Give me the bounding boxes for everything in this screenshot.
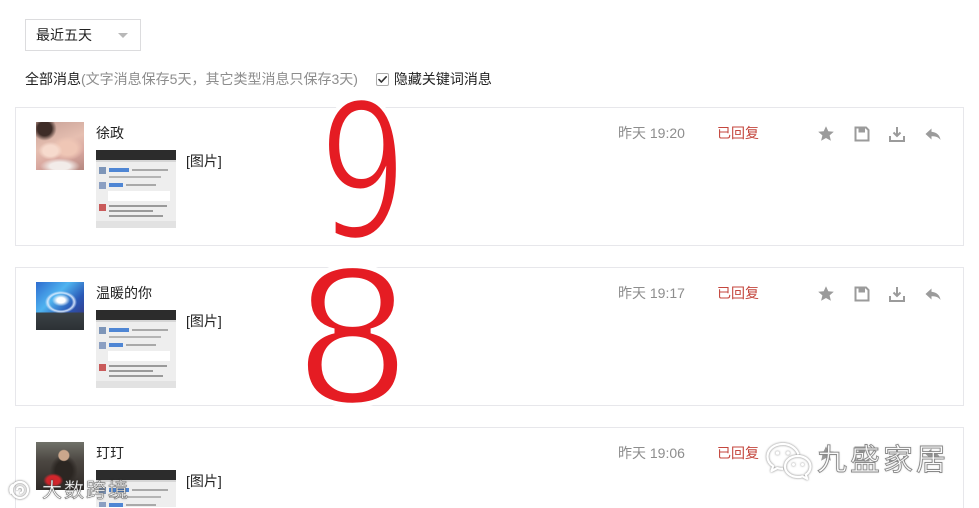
- message-filter-bar: 全部消息 (文字消息保存5天，其它类型消息只保存3天) 隐藏关键词消息: [25, 70, 492, 88]
- avatar[interactable]: [36, 442, 84, 490]
- reply-icon[interactable]: [924, 445, 942, 463]
- sender-name[interactable]: 徐政: [96, 124, 124, 142]
- date-range-select[interactable]: 最近五天: [25, 19, 141, 51]
- message-content: [图片]: [186, 473, 222, 489]
- reply-status: 已回复: [717, 445, 759, 461]
- download-icon[interactable]: [888, 445, 906, 463]
- save-icon[interactable]: [853, 125, 871, 143]
- star-icon[interactable]: [817, 285, 835, 303]
- message-content: [图片]: [186, 313, 222, 329]
- star-icon[interactable]: [817, 445, 835, 463]
- image-thumbnail[interactable]: [96, 150, 176, 228]
- image-thumbnail[interactable]: [96, 470, 176, 507]
- message-content: [图片]: [186, 153, 222, 169]
- message-item: 徐政 [图片] 昨天 19:20 已回复: [15, 107, 964, 246]
- star-icon[interactable]: [817, 125, 835, 143]
- download-icon[interactable]: [888, 285, 906, 303]
- hide-keyword-label: 隐藏关键词消息: [393, 71, 492, 87]
- sender-name[interactable]: 玎玎: [96, 444, 124, 462]
- message-item: 温暖的你 [图片] 昨天 19:17 已回复: [15, 267, 964, 406]
- save-icon[interactable]: [853, 445, 871, 463]
- reply-status: 已回复: [717, 125, 759, 141]
- all-messages-link[interactable]: 全部消息: [25, 70, 81, 88]
- sender-name[interactable]: 温暖的你: [96, 284, 152, 302]
- avatar[interactable]: [36, 122, 84, 170]
- checkmark-icon: [378, 75, 387, 83]
- retention-note: (文字消息保存5天，其它类型消息只保存3天): [81, 71, 358, 87]
- date-range-value: 最近五天: [36, 27, 92, 43]
- hide-keyword-toggle[interactable]: 隐藏关键词消息: [375, 70, 492, 88]
- reply-icon[interactable]: [924, 125, 942, 143]
- message-item: 玎玎 [图片] 昨天 19:06 已回复: [15, 427, 964, 508]
- reply-icon[interactable]: [924, 285, 942, 303]
- reply-status: 已回复: [717, 285, 759, 301]
- message-time: 昨天 19:06: [618, 445, 685, 461]
- image-thumbnail[interactable]: [96, 310, 176, 388]
- avatar[interactable]: [36, 282, 84, 330]
- download-icon[interactable]: [888, 125, 906, 143]
- message-time: 昨天 19:17: [618, 285, 685, 301]
- hide-keyword-checkbox[interactable]: [375, 72, 389, 86]
- caret-down-icon: [118, 33, 128, 38]
- save-icon[interactable]: [853, 285, 871, 303]
- message-management-page: 最近五天 全部消息 (文字消息保存5天，其它类型消息只保存3天) 隐藏关键词消息…: [0, 0, 979, 508]
- message-time: 昨天 19:20: [618, 125, 685, 141]
